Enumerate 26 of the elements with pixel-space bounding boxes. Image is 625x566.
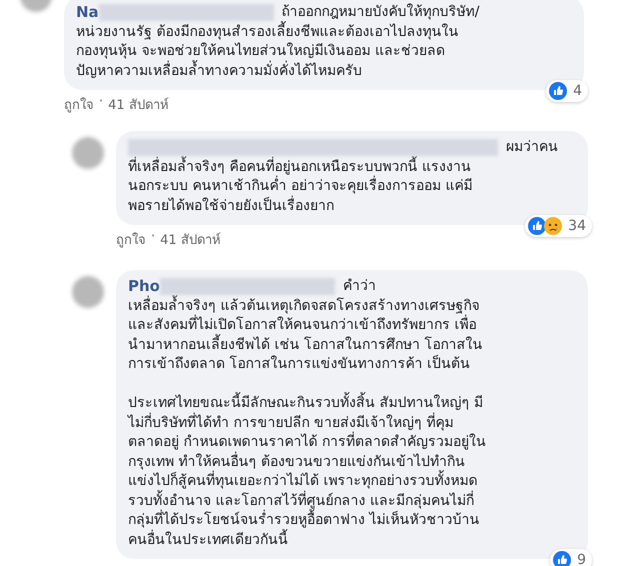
avatar[interactable]: [72, 276, 104, 308]
like-icon: [549, 82, 568, 100]
sad-face-icon: [544, 217, 562, 235]
reaction-badge[interactable]: 4: [546, 80, 588, 102]
separator-dot: ·: [151, 229, 156, 246]
comment-text: ผมว่าคน: [506, 138, 558, 157]
reaction-count: 9: [577, 551, 586, 566]
reaction-badge[interactable]: 34: [525, 215, 592, 237]
commenter-name[interactable]: Pho: [128, 277, 160, 296]
reaction-count: 4: [573, 82, 582, 100]
comment-text: ถ้าออกกฎหมายบังคับให้ทุกบริษัท/: [282, 3, 480, 21]
comment-time[interactable]: 41 สัปดาห์: [160, 229, 221, 250]
like-link[interactable]: ถูกใจ: [116, 229, 146, 250]
like-link[interactable]: ถูกใจ: [64, 94, 94, 115]
comment-text: ที่เหลื่อมล้ำจริงๆ คือคนที่อยู่นอกเหนือระบบพวกนี้ แรงงาน นอกระบบ คนหาเช้ากินค่ำ อย่าว่าจะคุยเรื่องการออม แค่มี พอรายได้พอใช้จ่ายยังเป็นเรื่องยาก: [128, 158, 576, 216]
avatar[interactable]: [72, 137, 104, 169]
comment-text: หน่วยงานรัฐ ต้องมีกองทุนสำรองเลี้ยงชีพและต้องเอาไปลงทุนใน กองทุนหุ้น จะพอช่วยให้คนไทยส่วนใหญ่มีเงินออม และช่วยลด ปัญหาความเหลื่อมล้ำทางความมั่งคั่งได้ไหมครับ: [76, 22, 572, 81]
reaction-count: 34: [568, 217, 586, 235]
reaction-badge[interactable]: 9: [550, 549, 592, 566]
like-icon: [553, 551, 572, 566]
like-icon: [528, 217, 546, 235]
separator-dot: ·: [99, 94, 104, 111]
comment-text: คำว่า: [342, 277, 376, 296]
commenter-name[interactable]: Na: [76, 3, 99, 22]
comment-time[interactable]: 41 สัปดาห์: [108, 94, 169, 115]
comment-text: เหลื่อมล้ำจริงๆ แล้วต้นเหตุเกิดจสดโครงสร้างทางเศรษฐกิจ และสังคมที่ไม่เปิดโอกาสให้คนจนกว่าเข้าถึงทรัพยากร เพื่อ นำมาหากอนเลี้ยงชีพได้ เช่น โอกาสในการศึกษา โอกาสใน การเข้าถึงตลาด โอกาสในการแข่งขันทางการค้า เป็นต้น ประเทศไทยขณะนี้มีลักษณะกินรวบทั้งสิ้น สัมปทานใหญ่ๆ มี ไม่กี่บริษัทที่ได้ทำ การขายปลีก ขายส่งมีเจ้าใหญ่ๆ ที่คุม ตลาดอยู่ กำหนดเพดานราคาได้ การที่ตลาดสำคัญรวมอยู่ใน กรุงเทพ ทำให้คนอื่นๆ ต้องขวนขวายแข่งกันเข้าไปทำกิน แข่งไปก็สู้คนที่ทุนเยอะกว่าไม่ได้ เพราะทุกอย่างรวบทั้งหมด รวบทั้งอำนาจ และโอกาสไว้ที่ศูนย์กลาง และมีกลุ่มคนไม่กี่ กลุ่มที่ได้ประโยชน์จนร่ำรวยหูอื้อตาฟาง ไม่เห็นหัวชาวบ้าน คนอื่นในประเทศเดียวกันนี้: [128, 296, 576, 550]
